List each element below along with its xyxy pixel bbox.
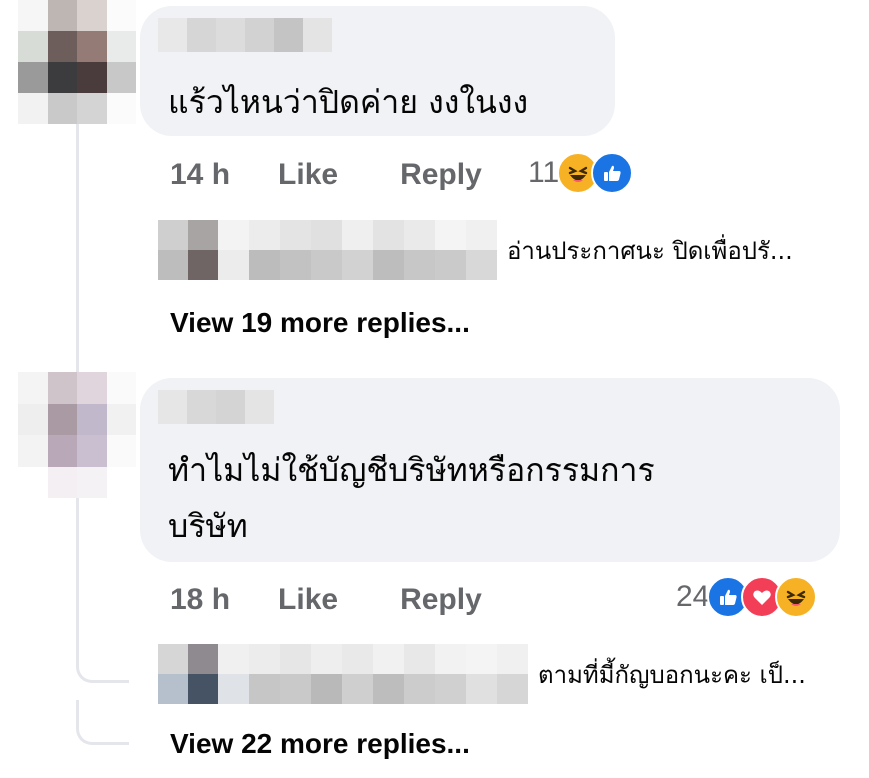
reaction-count: 11	[528, 156, 560, 189]
reply-button[interactable]: Reply	[400, 583, 482, 617]
like-button[interactable]: Like	[278, 583, 338, 617]
view-more-replies-link[interactable]: View 19 more replies...	[170, 307, 470, 339]
reply-author-blurred[interactable]	[218, 220, 497, 280]
avatar[interactable]	[18, 0, 136, 124]
thread-line	[76, 498, 79, 658]
reply-author-blurred[interactable]	[218, 644, 528, 704]
comment-text-line-2: บริษัท	[168, 507, 248, 545]
comment-timestamp[interactable]: 18 h	[170, 583, 230, 617]
reply-connector	[76, 640, 129, 683]
like-icon	[591, 152, 634, 194]
reply-preview[interactable]: ตามที่มี้กัญบอกนะคะ เป็...	[158, 644, 806, 704]
author-name-blurred[interactable]	[158, 390, 274, 424]
comment-text: แร้วไหนว่าปิดค่าย งงในงง	[168, 83, 529, 121]
haha-icon	[775, 576, 818, 618]
comment-actions: 14 h Like Reply	[170, 155, 482, 195]
reply-connector	[76, 700, 129, 745]
reply-snippet: อ่านประกาศนะ ปิดเพื่อปรั...	[507, 236, 793, 265]
reply-avatar[interactable]	[158, 220, 218, 280]
reply-button[interactable]: Reply	[400, 158, 482, 192]
author-name-blurred[interactable]	[158, 18, 332, 52]
avatar[interactable]	[18, 372, 136, 498]
reaction-summary[interactable]: 11	[528, 152, 634, 194]
reply-avatar[interactable]	[158, 644, 218, 704]
view-more-replies-link[interactable]: View 22 more replies...	[170, 728, 470, 760]
reaction-summary[interactable]: 24	[676, 576, 818, 618]
comment-timestamp[interactable]: 14 h	[170, 158, 230, 192]
like-button[interactable]: Like	[278, 158, 338, 192]
reply-preview[interactable]: อ่านประกาศนะ ปิดเพื่อปรั...	[158, 220, 793, 280]
comment-text-line-1: ทำไมไม่ใช้บัญชีบริษัทหรือกรรมการ	[168, 451, 655, 489]
reply-snippet: ตามที่มี้กัญบอกนะคะ เป็...	[538, 660, 806, 689]
comment-actions: 18 h Like Reply	[170, 580, 482, 620]
thread-line	[76, 124, 79, 372]
reaction-count: 24	[676, 580, 710, 613]
